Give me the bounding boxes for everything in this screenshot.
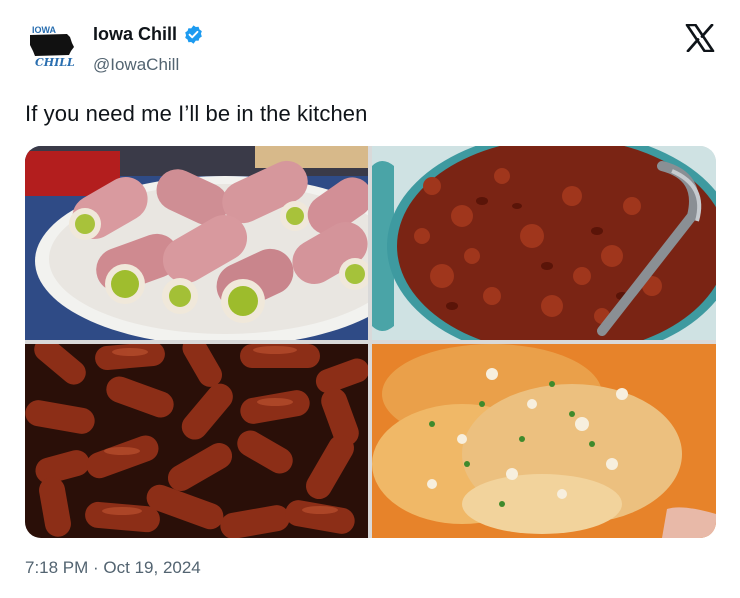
photo-buffalo-chicken-dip[interactable] bbox=[372, 344, 716, 538]
photo-ham-pickle-roll-ups[interactable] bbox=[25, 146, 368, 340]
x-logo-icon[interactable] bbox=[685, 23, 715, 53]
author-name-row[interactable]: Iowa Chill bbox=[93, 24, 204, 45]
verified-badge-icon bbox=[183, 24, 204, 45]
avatar-text-bottom: CHILL bbox=[35, 56, 75, 69]
photo-chili-pot[interactable] bbox=[372, 146, 716, 340]
media-grid[interactable] bbox=[25, 146, 716, 538]
post-timestamp[interactable]: 7:18 PM · Oct 19, 2024 bbox=[25, 558, 201, 578]
avatar[interactable]: IOWA CHILL bbox=[27, 25, 83, 71]
avatar-text-top: IOWA bbox=[32, 25, 56, 35]
photo-little-smokies-sausages[interactable] bbox=[25, 344, 368, 538]
author-handle[interactable]: @IowaChill bbox=[93, 55, 179, 75]
post-text: If you need me I’ll be in the kitchen bbox=[25, 101, 368, 126]
post-card: IOWA CHILL Iowa Chill @IowaChill If you … bbox=[0, 0, 740, 598]
display-name[interactable]: Iowa Chill bbox=[93, 24, 177, 45]
